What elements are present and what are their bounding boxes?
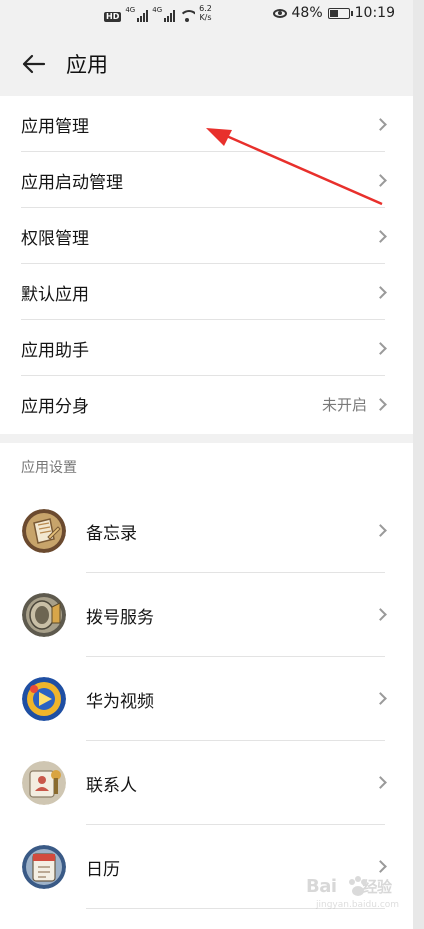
chevron-right-icon — [374, 117, 387, 131]
menu-item-label: 应用管理 — [21, 116, 89, 137]
dialer-icon — [22, 593, 66, 637]
video-icon — [22, 677, 66, 721]
speed-value: 6.2 — [199, 4, 212, 13]
app-item-contacts[interactable]: 联系人 — [0, 741, 413, 825]
menu-item-permissions[interactable]: 权限管理 — [0, 208, 413, 264]
chevron-right-icon — [374, 524, 387, 537]
baidu-jingyan-watermark: Bai 经验 jingyan.baidu.com — [306, 874, 406, 914]
menu-item-label: 默认应用 — [21, 284, 89, 305]
menu-item-default-apps[interactable]: 默认应用 — [0, 264, 413, 320]
app-item-memo[interactable]: 备忘录 — [0, 489, 413, 573]
menu-item-app-management[interactable]: 应用管理 — [0, 96, 413, 152]
speed-unit: K/s — [199, 13, 212, 22]
menu-item-app-assistant[interactable]: 应用助手 — [0, 320, 413, 376]
eye-comfort-icon — [272, 8, 287, 18]
contacts-icon — [22, 761, 66, 805]
status-right: 48% 10:19 — [272, 5, 395, 21]
app-item-huawei-video[interactable]: 华为视频 — [0, 657, 413, 741]
watermark-sub: jingyan.baidu.com — [316, 900, 400, 910]
clock: 10:19 — [354, 5, 395, 21]
signal-icon-2 — [164, 10, 176, 22]
app-settings-card: 应用设置 备忘录 拨号服务 华为视频 联系人 日历 — [0, 443, 413, 929]
chevron-right-icon — [374, 173, 387, 187]
chevron-right-icon — [374, 285, 387, 299]
app-label: 拨号服务 — [86, 608, 154, 628]
status-left: HD 4G 4G 6.2 K/s — [104, 4, 212, 22]
chevron-right-icon — [374, 229, 387, 243]
memo-icon — [22, 509, 66, 553]
page-header: 应用 — [0, 36, 413, 92]
app-label: 华为视频 — [86, 692, 154, 712]
paw-icon — [349, 876, 367, 896]
hd-badge: HD — [104, 12, 122, 22]
chevron-right-icon — [374, 341, 387, 355]
battery-percent: 48% — [291, 5, 323, 21]
network-type-2: 4G — [152, 6, 163, 14]
menu-item-app-launch[interactable]: 应用启动管理 — [0, 152, 413, 208]
app-label: 备忘录 — [86, 524, 137, 544]
back-arrow-icon[interactable] — [6, 36, 62, 92]
app-item-dialer[interactable]: 拨号服务 — [0, 573, 413, 657]
wifi-icon — [179, 10, 196, 22]
app-settings-screen: HD 4G 4G 6.2 K/s 48% 10:19 应用 应用管理 应用启动管… — [0, 0, 413, 929]
menu-item-label: 应用助手 — [21, 340, 89, 361]
network-type-1: 4G — [125, 6, 136, 14]
app-menu-card: 应用管理 应用启动管理 权限管理 默认应用 应用助手 应用分身 未开启 — [0, 96, 413, 434]
app-label: 日历 — [86, 860, 120, 880]
menu-item-label: 应用分身 — [21, 396, 89, 417]
page-title: 应用 — [66, 53, 108, 77]
chevron-right-icon — [374, 692, 387, 705]
chevron-right-icon — [374, 776, 387, 789]
menu-item-app-twin[interactable]: 应用分身 未开启 — [0, 376, 413, 432]
status-bar: HD 4G 4G 6.2 K/s 48% 10:19 — [0, 0, 413, 28]
chevron-right-icon — [374, 860, 387, 873]
chevron-right-icon — [374, 397, 387, 411]
right-edge — [413, 0, 424, 929]
battery-icon — [327, 7, 353, 19]
app-label: 联系人 — [86, 776, 137, 796]
network-speed: 6.2 K/s — [199, 4, 212, 22]
calendar-icon — [22, 845, 66, 889]
section-title: 应用设置 — [21, 460, 77, 476]
menu-item-label: 权限管理 — [21, 228, 89, 249]
app-twin-status: 未开启 — [321, 395, 367, 414]
chevron-right-icon — [374, 608, 387, 621]
signal-icon-1 — [137, 10, 149, 22]
menu-item-label: 应用启动管理 — [21, 172, 123, 193]
